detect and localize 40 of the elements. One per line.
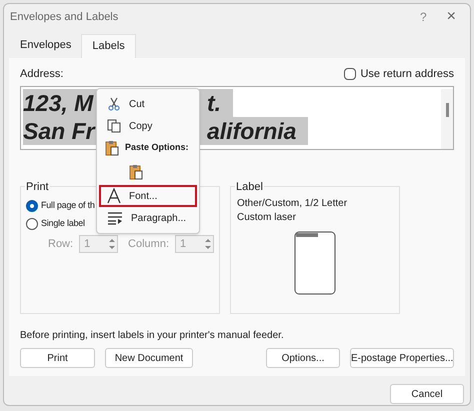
radio-label: Full page of th bbox=[41, 199, 95, 212]
radio-label: Single label bbox=[41, 217, 85, 230]
paste-button[interactable] bbox=[129, 164, 143, 180]
menu-item[interactable]: Font... bbox=[99, 185, 197, 207]
close-button[interactable]: × bbox=[438, 5, 464, 29]
address-text: 123, M bbox=[23, 88, 95, 118]
tab[interactable]: Labels bbox=[81, 34, 136, 58]
label-sheet-icon bbox=[294, 231, 336, 295]
label-info: Custom laser bbox=[237, 211, 297, 225]
column-label: Column: bbox=[128, 236, 170, 252]
address-text: t. bbox=[207, 88, 222, 118]
cancel-button[interactable]: Cancel bbox=[390, 384, 464, 404]
spin-arrows-icon bbox=[107, 236, 118, 252]
dialog-button[interactable]: Print bbox=[20, 348, 95, 368]
address-label: Address: bbox=[20, 66, 64, 82]
address-text: San Fr bbox=[23, 116, 96, 146]
clipboard-icon bbox=[129, 164, 143, 180]
checkbox[interactable] bbox=[344, 68, 356, 80]
scissors-icon bbox=[107, 97, 121, 111]
dialog-button[interactable]: Options... bbox=[266, 348, 340, 368]
address-text: alifornia bbox=[207, 116, 296, 146]
window-title: Envelopes and Labels bbox=[10, 10, 120, 25]
paragraph-icon bbox=[107, 211, 123, 225]
menu-item[interactable]: Cut bbox=[99, 93, 197, 115]
radio-button[interactable] bbox=[26, 218, 38, 230]
menu-item[interactable]: Copy bbox=[99, 115, 197, 137]
spin-arrows-icon bbox=[203, 236, 213, 252]
dialog-button[interactable]: New Document bbox=[105, 348, 193, 368]
row-label: Row: bbox=[48, 236, 74, 252]
scrollbar[interactable] bbox=[441, 89, 453, 149]
tab[interactable]: Envelopes bbox=[10, 34, 82, 58]
copy-icon bbox=[107, 119, 121, 133]
note-text: Before printing, insert labels in your printer's manual feeder. bbox=[20, 329, 285, 343]
menu-item[interactable]: Paragraph... bbox=[99, 207, 197, 229]
checkbox-label: Use return address bbox=[360, 66, 454, 82]
label-info: Other/Custom, 1/2 Letter bbox=[237, 197, 348, 211]
dialog-button[interactable]: E-postage Properties... bbox=[350, 348, 454, 368]
radio-button[interactable] bbox=[26, 200, 38, 212]
letter-a-icon bbox=[107, 188, 121, 204]
clipboard-icon bbox=[105, 140, 119, 156]
